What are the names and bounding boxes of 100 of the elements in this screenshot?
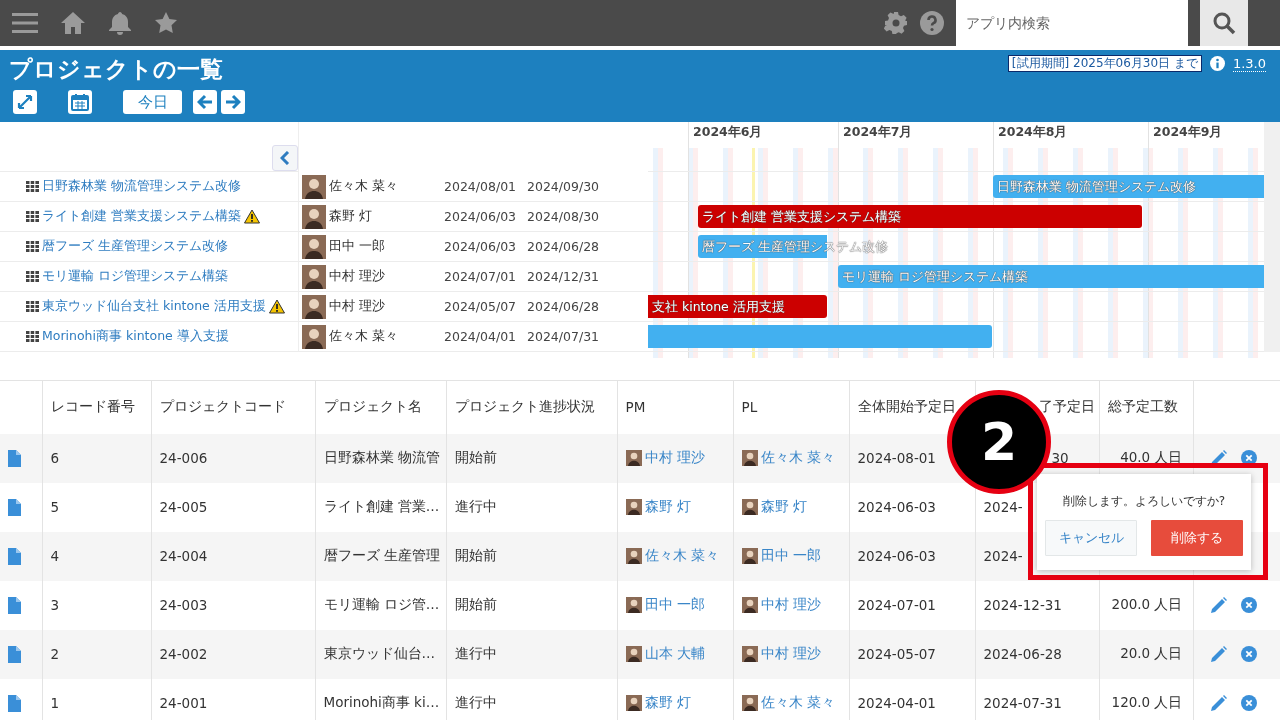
avatar-icon	[302, 174, 326, 199]
document-icon[interactable]	[8, 498, 21, 516]
column-header: 総予定工数	[1107, 398, 1178, 415]
status-text: 開始前	[454, 547, 497, 565]
person-link[interactable]: 佐々木 菜々	[760, 694, 835, 712]
project-code: 24-004	[159, 548, 208, 564]
gantt-bar[interactable]: ライト創建 営業支援システム構築	[698, 205, 1142, 228]
delete-icon[interactable]	[1240, 597, 1257, 613]
person-link[interactable]: 森野 灯	[644, 694, 691, 712]
start-date: 2024-06-03	[857, 499, 936, 515]
page-title: プロジェクトの一覧	[9, 55, 223, 84]
project-link[interactable]: 日野森林業 物流管理システム改修	[42, 178, 241, 195]
help-icon[interactable]	[920, 11, 944, 35]
end-date: 2024-07-31	[983, 695, 1062, 711]
avatar-icon	[302, 294, 326, 319]
search-button[interactable]	[1200, 0, 1248, 46]
project-code: 24-006	[159, 450, 208, 466]
document-icon[interactable]	[8, 694, 21, 712]
total-effort: 40.0 人日	[1120, 449, 1183, 467]
column-header: 全体開始予定日	[857, 398, 956, 415]
gantt-bar[interactable]: モリ運輸 ロジ管理システム構築	[838, 265, 1264, 288]
pencil-icon[interactable]	[1209, 694, 1227, 712]
avatar-icon	[741, 695, 758, 711]
avatar-icon	[741, 646, 758, 662]
cancel-button[interactable]: キャンセル	[1045, 520, 1137, 556]
record-number: 4	[50, 548, 60, 564]
bar-label: モリ運輸 ロジ管理システム構築	[841, 268, 1028, 285]
bar-label: ライト創建 営業支援システム構築	[701, 208, 901, 225]
avatar-icon	[741, 548, 758, 564]
delete-icon[interactable]	[1240, 695, 1257, 711]
document-icon[interactable]	[8, 645, 21, 663]
avatar-icon	[625, 499, 642, 515]
record-number: 1	[50, 695, 60, 711]
avatar-icon	[625, 548, 642, 564]
column-header: レコード番号	[50, 398, 135, 415]
avatar-icon	[625, 597, 642, 613]
end-date: 2024-	[983, 499, 1023, 515]
person-link[interactable]: 中村 理沙	[760, 596, 821, 614]
star-icon[interactable]	[154, 11, 178, 35]
avatar-icon	[302, 234, 326, 259]
expand-button[interactable]	[13, 90, 37, 114]
project-link[interactable]: 東京ウッド仙台支社 kintone 活用支援	[42, 298, 266, 315]
end-date: 2024-	[983, 548, 1023, 564]
status-text: 開始前	[454, 596, 497, 614]
pencil-icon[interactable]	[1209, 596, 1227, 614]
person-link[interactable]: 田中 一郎	[644, 596, 705, 614]
project-name: ライト創建 営業…	[323, 498, 440, 516]
project-name: Morinohi商事 ki…	[323, 694, 440, 712]
start-date: 2024/07/01	[444, 269, 518, 284]
grid-icon	[26, 301, 39, 312]
avatar-icon	[625, 450, 642, 466]
gantt-bar[interactable]: 日野森林業 物流管理システム改修	[993, 175, 1264, 198]
start-date: 2024/06/03	[444, 209, 518, 224]
avatar-icon	[302, 204, 326, 229]
project-link[interactable]: 暦フーズ 生産管理システム改修	[42, 238, 228, 255]
document-icon[interactable]	[8, 449, 21, 467]
status-text: 進行中	[454, 498, 497, 516]
person-link[interactable]: 森野 灯	[760, 498, 807, 516]
start-date: 2024-08-01	[857, 450, 936, 466]
total-effort: 200.0 人日	[1111, 596, 1183, 614]
grid-icon	[26, 241, 39, 252]
project-link[interactable]: Morinohi商事 kintone 導入支援	[42, 328, 229, 345]
menu-icon[interactable]	[12, 11, 38, 35]
calendar-button[interactable]	[68, 90, 92, 114]
today-button[interactable]: 今日	[123, 90, 182, 114]
bell-icon[interactable]	[108, 11, 132, 35]
home-icon[interactable]	[60, 11, 86, 35]
person-link[interactable]: 山本 大輔	[644, 645, 705, 663]
project-link[interactable]: ライト創建 営業支援システム構築	[42, 208, 241, 225]
avatar-icon	[741, 499, 758, 515]
avatar-icon	[741, 597, 758, 613]
grid-icon	[26, 271, 39, 282]
previous-button[interactable]	[193, 90, 217, 114]
document-icon[interactable]	[8, 547, 21, 565]
delete-button[interactable]: 削除する	[1151, 520, 1243, 556]
project-code: 24-002	[159, 646, 208, 662]
next-button[interactable]	[221, 90, 245, 114]
start-date: 2024-06-03	[857, 548, 936, 564]
person-name: 佐々木 菜々	[329, 178, 399, 195]
record-number: 2	[50, 646, 60, 662]
start-date: 2024/04/01	[444, 329, 518, 344]
avatar-icon	[741, 450, 758, 466]
search-icon	[1212, 11, 1236, 35]
delete-icon[interactable]	[1240, 450, 1257, 466]
version-link[interactable]: 1.3.0	[1232, 55, 1266, 72]
start-date: 2024/08/01	[444, 179, 518, 194]
document-icon[interactable]	[8, 596, 21, 614]
end-date: 2024/06/28	[527, 299, 601, 314]
delete-icon[interactable]	[1240, 646, 1257, 662]
pencil-icon[interactable]	[1209, 645, 1227, 663]
collapse-button[interactable]	[272, 144, 298, 171]
search-field[interactable]: アプリ内検索	[956, 0, 1188, 46]
settings-icon[interactable]	[884, 11, 908, 35]
gantt-bar[interactable]: 支社 kintone 活用支援	[648, 295, 827, 318]
info-icon	[1209, 56, 1225, 71]
project-link[interactable]: モリ運輸 ロジ管理システム構築	[42, 268, 228, 285]
person-link[interactable]: 中村 理沙	[644, 449, 705, 467]
person-link[interactable]: 田中 一郎	[760, 547, 821, 565]
person-link[interactable]: 中村 理沙	[760, 645, 821, 663]
person-link[interactable]: 森野 灯	[644, 498, 691, 516]
